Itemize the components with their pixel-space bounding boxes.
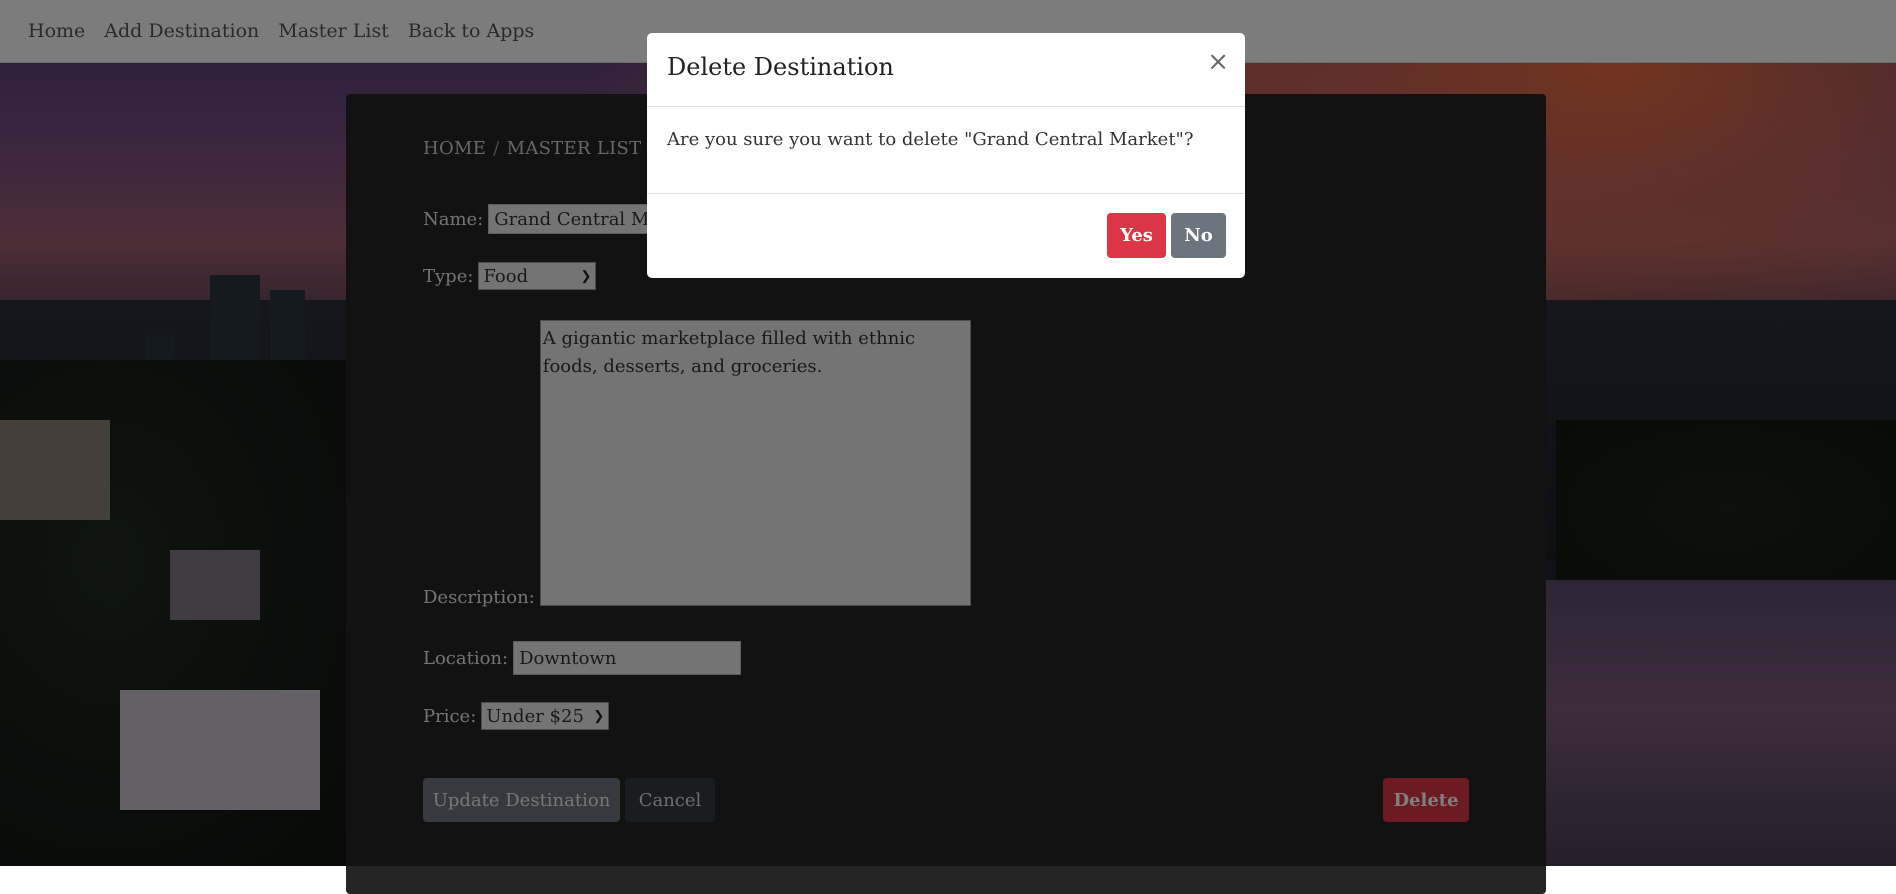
modal-message: Are you sure you want to delete "Grand C… bbox=[667, 129, 1194, 150]
modal-footer: Yes No bbox=[647, 193, 1245, 278]
modal-title: Delete Destination bbox=[667, 53, 894, 81]
close-icon[interactable]: × bbox=[1207, 49, 1229, 75]
confirm-yes-button[interactable]: Yes bbox=[1107, 213, 1166, 258]
delete-confirmation-modal: Delete Destination × Are you sure you wa… bbox=[647, 33, 1245, 278]
confirm-no-button[interactable]: No bbox=[1171, 213, 1226, 258]
modal-header: Delete Destination × bbox=[647, 33, 1245, 107]
